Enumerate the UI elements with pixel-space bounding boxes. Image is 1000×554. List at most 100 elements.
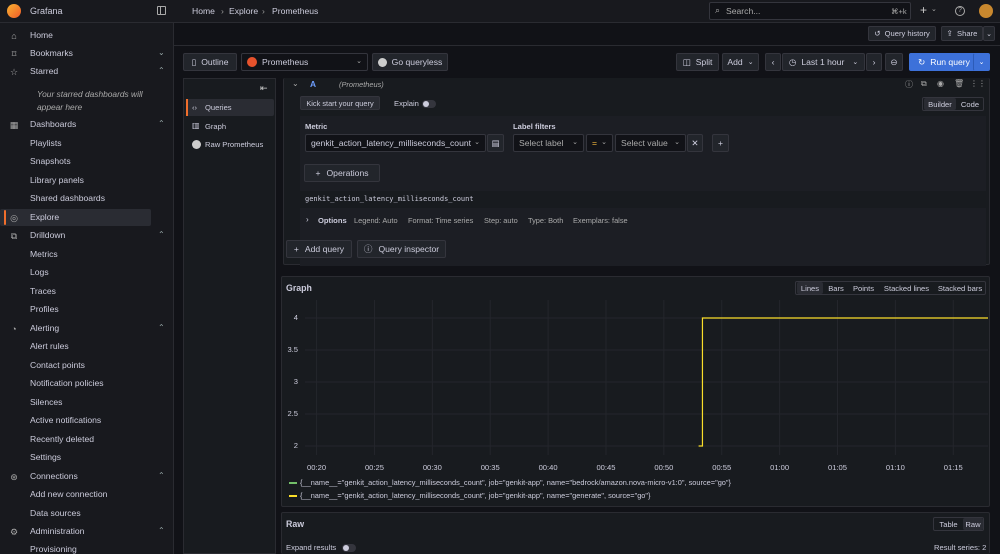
x-tick-label: 00:40	[538, 463, 558, 472]
sidebar-item-shared-dashboards[interactable]: Shared dashboards	[0, 190, 173, 207]
label-placeholder: Select label	[519, 138, 564, 148]
sidebar-item-starred[interactable]: ☆ Starred ⌃	[0, 63, 173, 80]
avatar[interactable]	[979, 4, 993, 18]
copy-icon[interactable]: ⧉	[921, 79, 927, 89]
metric-select[interactable]: genkit_action_latency_milliseconds_count…	[305, 134, 486, 152]
sidebar-item-silences[interactable]: Silences	[0, 394, 173, 411]
explain-toggle[interactable]	[422, 100, 436, 108]
chevron-up-icon[interactable]: ⌃	[158, 323, 165, 332]
outline-item-raw-prometheus[interactable]: Raw Prometheus	[186, 136, 274, 153]
options-row[interactable]: › Options Legend: Auto Format: Time seri…	[300, 211, 986, 230]
run-query-dropdown-button[interactable]: ⌄	[973, 53, 990, 71]
zoom-out-button[interactable]: ⊖	[885, 53, 903, 71]
remove-filter-button[interactable]: ✕	[687, 134, 703, 152]
star-icon: ☆	[9, 67, 19, 77]
query-ref-id[interactable]: A	[310, 79, 316, 89]
breadcrumb-explore[interactable]: Explore	[229, 6, 258, 16]
time-forward-button[interactable]: ›	[866, 53, 882, 71]
trash-icon[interactable]: 🗑	[954, 79, 964, 88]
add-filter-button[interactable]: +	[712, 134, 729, 152]
sidebar-item-home[interactable]: ⌂ Home	[0, 27, 173, 44]
operations-button[interactable]: + Operations	[304, 164, 380, 182]
eye-icon[interactable]: ◉	[937, 79, 944, 88]
sidebar-item-snapshots[interactable]: Snapshots	[0, 153, 173, 170]
metrics-explorer-button[interactable]: ▤	[487, 134, 504, 152]
sidebar-item-traces[interactable]: Traces	[0, 283, 173, 300]
sidebar-item-library-panels[interactable]: Library panels	[0, 172, 173, 189]
value-select[interactable]: Select value ⌄	[615, 134, 686, 152]
sidebar-item-label: Traces	[30, 286, 56, 296]
sidebar-item-administration[interactable]: ⚙ Administration ⌃	[0, 523, 173, 540]
query-inspector-button[interactable]: ⓘ Query inspector	[357, 240, 446, 258]
chevron-up-icon[interactable]: ⌃	[158, 471, 165, 480]
outline-item-queries[interactable]: ‹› Queries	[186, 99, 274, 116]
sidebar-item-profiles[interactable]: Profiles	[0, 301, 173, 318]
kick-start-button[interactable]: Kick start your query	[300, 96, 380, 110]
share-button[interactable]: ⇪ Share	[941, 26, 983, 41]
expand-results-toggle[interactable]	[342, 544, 356, 552]
graph-mode-points[interactable]: Points	[849, 282, 878, 294]
builder-mode-button[interactable]: Builder	[924, 98, 956, 110]
code-mode-button[interactable]: Code	[957, 98, 983, 110]
outline-item-graph[interactable]: ▥ Graph	[186, 118, 274, 135]
sidebar-item-dashboards[interactable]: ▦ Dashboards ⌃	[0, 116, 173, 133]
graph-mode-stacked-lines[interactable]: Stacked lines	[879, 282, 934, 294]
sidebar-item-notification-policies[interactable]: Notification policies	[0, 375, 173, 392]
sidebar-item-connections[interactable]: ⊛ Connections ⌃	[0, 468, 173, 485]
sidebar-item-data-sources[interactable]: Data sources	[0, 505, 173, 522]
sidebar-item-alerting[interactable]: ◔ Alerting ⌃	[0, 320, 173, 337]
add-query-button[interactable]: + Add query	[286, 240, 352, 258]
sidebar-item-provisioning[interactable]: Provisioning	[0, 541, 173, 554]
operator-select[interactable]: = ⌄	[586, 134, 613, 152]
graph-mode-lines[interactable]: Lines	[797, 282, 823, 294]
chevron-up-icon[interactable]: ⌃	[158, 119, 165, 128]
time-back-button[interactable]: ‹	[765, 53, 781, 71]
chevron-up-icon[interactable]: ⌃	[158, 230, 165, 239]
time-picker[interactable]: ◷ Last 1 hour ⌄	[782, 53, 865, 71]
add-button[interactable]: Add ⌄	[722, 53, 759, 71]
query-history-button[interactable]: ↺ Query history	[868, 26, 936, 41]
outline-button[interactable]: ▯ Outline	[183, 53, 237, 71]
new-plus-icon[interactable]: +	[920, 3, 927, 17]
sidebar-item-metrics[interactable]: Metrics	[0, 246, 173, 263]
sidebar-item-logs[interactable]: Logs	[0, 264, 173, 281]
sidebar-item-add-new-connection[interactable]: Add new connection	[0, 486, 173, 503]
graph-mode-stacked-bars[interactable]: Stacked bars	[935, 282, 985, 294]
dock-menu-icon[interactable]	[157, 6, 166, 15]
datasource-picker[interactable]: Prometheus ⌄	[241, 53, 368, 71]
sidebar-item-recently-deleted[interactable]: Recently deleted	[0, 431, 173, 448]
raw-mode-raw[interactable]: Raw	[963, 518, 983, 530]
legend-item[interactable]: {__name__="genkit_action_latency_millise…	[287, 477, 977, 489]
go-queryless-button[interactable]: Go queryless	[372, 53, 448, 71]
legend-item[interactable]: {__name__="genkit_action_latency_millise…	[287, 490, 977, 502]
graph-mode-bars[interactable]: Bars	[824, 282, 848, 294]
grafana-logo-icon[interactable]	[7, 4, 21, 18]
collapse-query-icon[interactable]: ⌄	[292, 79, 299, 88]
sidebar-item-active-notifications[interactable]: Active notifications	[0, 412, 173, 429]
graph-icon: ▥	[192, 121, 200, 130]
chevron-down-icon[interactable]: ⌄	[158, 48, 165, 57]
share-dropdown-button[interactable]: ⌄	[983, 26, 995, 41]
prometheus-icon	[247, 57, 257, 67]
sidebar-item-bookmarks[interactable]: ⌑ Bookmarks ⌄	[0, 45, 173, 62]
raw-mode-table[interactable]: Table	[935, 518, 962, 530]
sidebar-item-playlists[interactable]: Playlists	[0, 135, 173, 152]
breadcrumb-home[interactable]: Home	[192, 6, 215, 16]
drilldown-icon: ⧉	[10, 231, 18, 241]
run-query-button[interactable]: ↻ Run query	[909, 53, 979, 71]
chevron-down-icon[interactable]: ⌄	[931, 5, 937, 13]
chevron-up-icon[interactable]: ⌃	[158, 66, 165, 75]
collapse-outline-icon[interactable]: ⇤	[260, 83, 268, 94]
sidebar-item-explore[interactable]: ◎ Explore	[0, 209, 151, 226]
help-icon[interactable]: ⓘ	[905, 79, 913, 90]
sidebar-item-settings[interactable]: Settings	[0, 449, 173, 466]
label-select[interactable]: Select label ⌄	[513, 134, 584, 152]
chevron-up-icon[interactable]: ⌃	[158, 526, 165, 535]
drag-handle-icon[interactable]: ⋮⋮	[970, 79, 986, 88]
search-input[interactable]: ⌕ Search... ⌘+k	[709, 2, 911, 20]
sidebar-item-alert-rules[interactable]: Alert rules	[0, 338, 173, 355]
sidebar-item-drilldown[interactable]: ⧉ Drilldown ⌃	[0, 227, 173, 244]
sidebar-item-contact-points[interactable]: Contact points	[0, 357, 173, 374]
split-button[interactable]: ◫ Split	[676, 53, 719, 71]
help-icon[interactable]: ?	[955, 6, 965, 16]
